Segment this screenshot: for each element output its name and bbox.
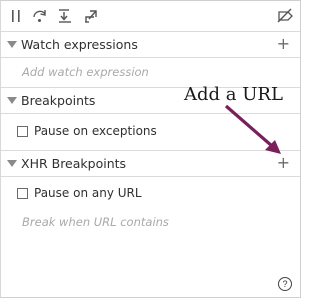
annotation-arrow-icon (224, 104, 281, 154)
